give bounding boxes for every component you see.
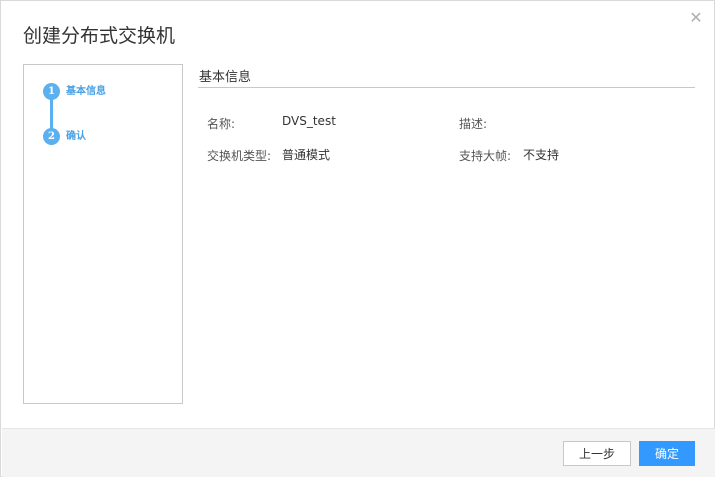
dialog-footer: 上一步 确定 — [2, 428, 715, 477]
jumbo-frame-value: 不支持 — [523, 148, 560, 162]
dialog-title: 创建分布式交换机 — [23, 25, 176, 47]
jumbo-frame-label: 支持大帧: — [459, 149, 512, 163]
close-icon[interactable]: ✕ — [687, 9, 705, 27]
step-number-badge: 1 — [43, 82, 60, 100]
section-title: 基本信息 — [199, 70, 252, 85]
step-label: 确认 — [66, 130, 86, 142]
name-value: DVS_test — [282, 114, 336, 128]
wizard-step-confirm[interactable]: 2 确认 — [43, 127, 86, 145]
wizard-step-basic-info[interactable]: 1 基本信息 — [43, 82, 106, 100]
switch-type-value: 普通模式 — [282, 148, 331, 162]
switch-type-label: 交换机类型: — [207, 149, 272, 163]
confirm-button[interactable]: 确定 — [639, 441, 695, 466]
create-dvs-dialog: 创建分布式交换机 ✕ 1 基本信息 2 确认 基本信息 名称: DVS_test… — [0, 0, 715, 477]
step-number-badge: 2 — [43, 127, 60, 145]
wizard-steps-panel: 1 基本信息 2 确认 — [23, 64, 183, 404]
description-label: 描述: — [459, 117, 488, 131]
name-label: 名称: — [207, 117, 236, 131]
section-divider — [198, 87, 695, 88]
previous-step-button[interactable]: 上一步 — [563, 441, 631, 466]
step-label: 基本信息 — [66, 85, 106, 97]
